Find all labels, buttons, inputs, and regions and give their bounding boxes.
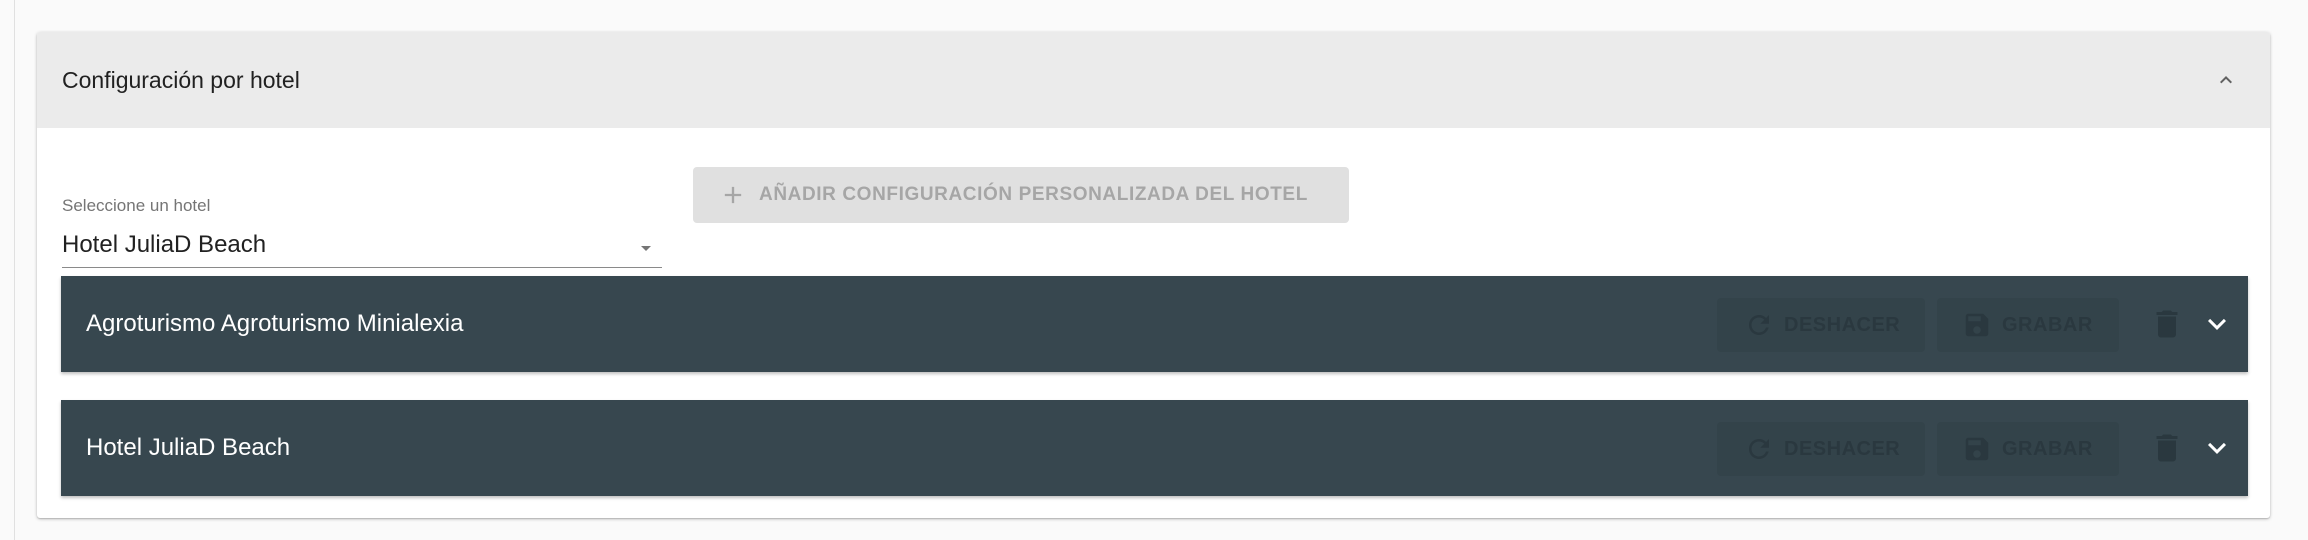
undo-button[interactable]: Deshacer bbox=[1717, 298, 1925, 352]
hotel-row-name: Agroturismo Agroturismo Minialexia bbox=[86, 310, 464, 337]
panel-title: Configuración por hotel bbox=[62, 67, 300, 93]
plus-icon bbox=[724, 186, 742, 204]
undo-button-label: Deshacer bbox=[1784, 313, 1901, 336]
hotel-row[interactable]: Hotel JuliaD Beach Deshacer Grabar bbox=[61, 400, 2248, 496]
hotel-row[interactable]: Agroturismo Agroturismo Minialexia Desha… bbox=[61, 276, 2248, 372]
floppy-disk-icon bbox=[1965, 313, 1989, 337]
chevron-down-icon[interactable] bbox=[2199, 430, 2235, 466]
trash-icon[interactable] bbox=[2149, 306, 2185, 342]
trash-icon[interactable] bbox=[2149, 430, 2185, 466]
hotel-select-label: Seleccione un hotel bbox=[62, 196, 211, 215]
add-hotel-config-label: Añadir configuración personalizada del h… bbox=[759, 184, 1308, 205]
refresh-icon bbox=[1749, 439, 1769, 459]
dropdown-arrow-icon[interactable] bbox=[634, 236, 658, 260]
hotel-row-name: Hotel JuliaD Beach bbox=[86, 434, 291, 461]
undo-button-label: Deshacer bbox=[1784, 437, 1901, 460]
chevron-up-icon bbox=[2220, 76, 2232, 84]
save-button[interactable]: Grabar bbox=[1937, 422, 2119, 476]
hotel-select[interactable]: Seleccione un hotel Hotel JuliaD Beach bbox=[62, 164, 662, 268]
chevron-down-icon[interactable] bbox=[2199, 306, 2235, 342]
hotel-config-panel: Configuración por hotel Seleccione un ho… bbox=[37, 32, 2270, 518]
hotel-select-value[interactable]: Hotel JuliaD Beach bbox=[62, 230, 266, 260]
collapse-button[interactable] bbox=[2206, 60, 2246, 100]
save-button[interactable]: Grabar bbox=[1937, 298, 2119, 352]
save-button-label: Grabar bbox=[2002, 313, 2093, 336]
page-left-border bbox=[14, 0, 15, 540]
floppy-disk-icon bbox=[1965, 437, 1989, 461]
refresh-icon bbox=[1749, 315, 1769, 335]
save-button-label: Grabar bbox=[2002, 437, 2093, 460]
panel-header[interactable]: Configuración por hotel bbox=[37, 32, 2270, 128]
hotel-select-underline bbox=[62, 267, 662, 268]
undo-button[interactable]: Deshacer bbox=[1717, 422, 1925, 476]
add-hotel-config-button[interactable]: Añadir configuración personalizada del h… bbox=[693, 167, 1349, 223]
